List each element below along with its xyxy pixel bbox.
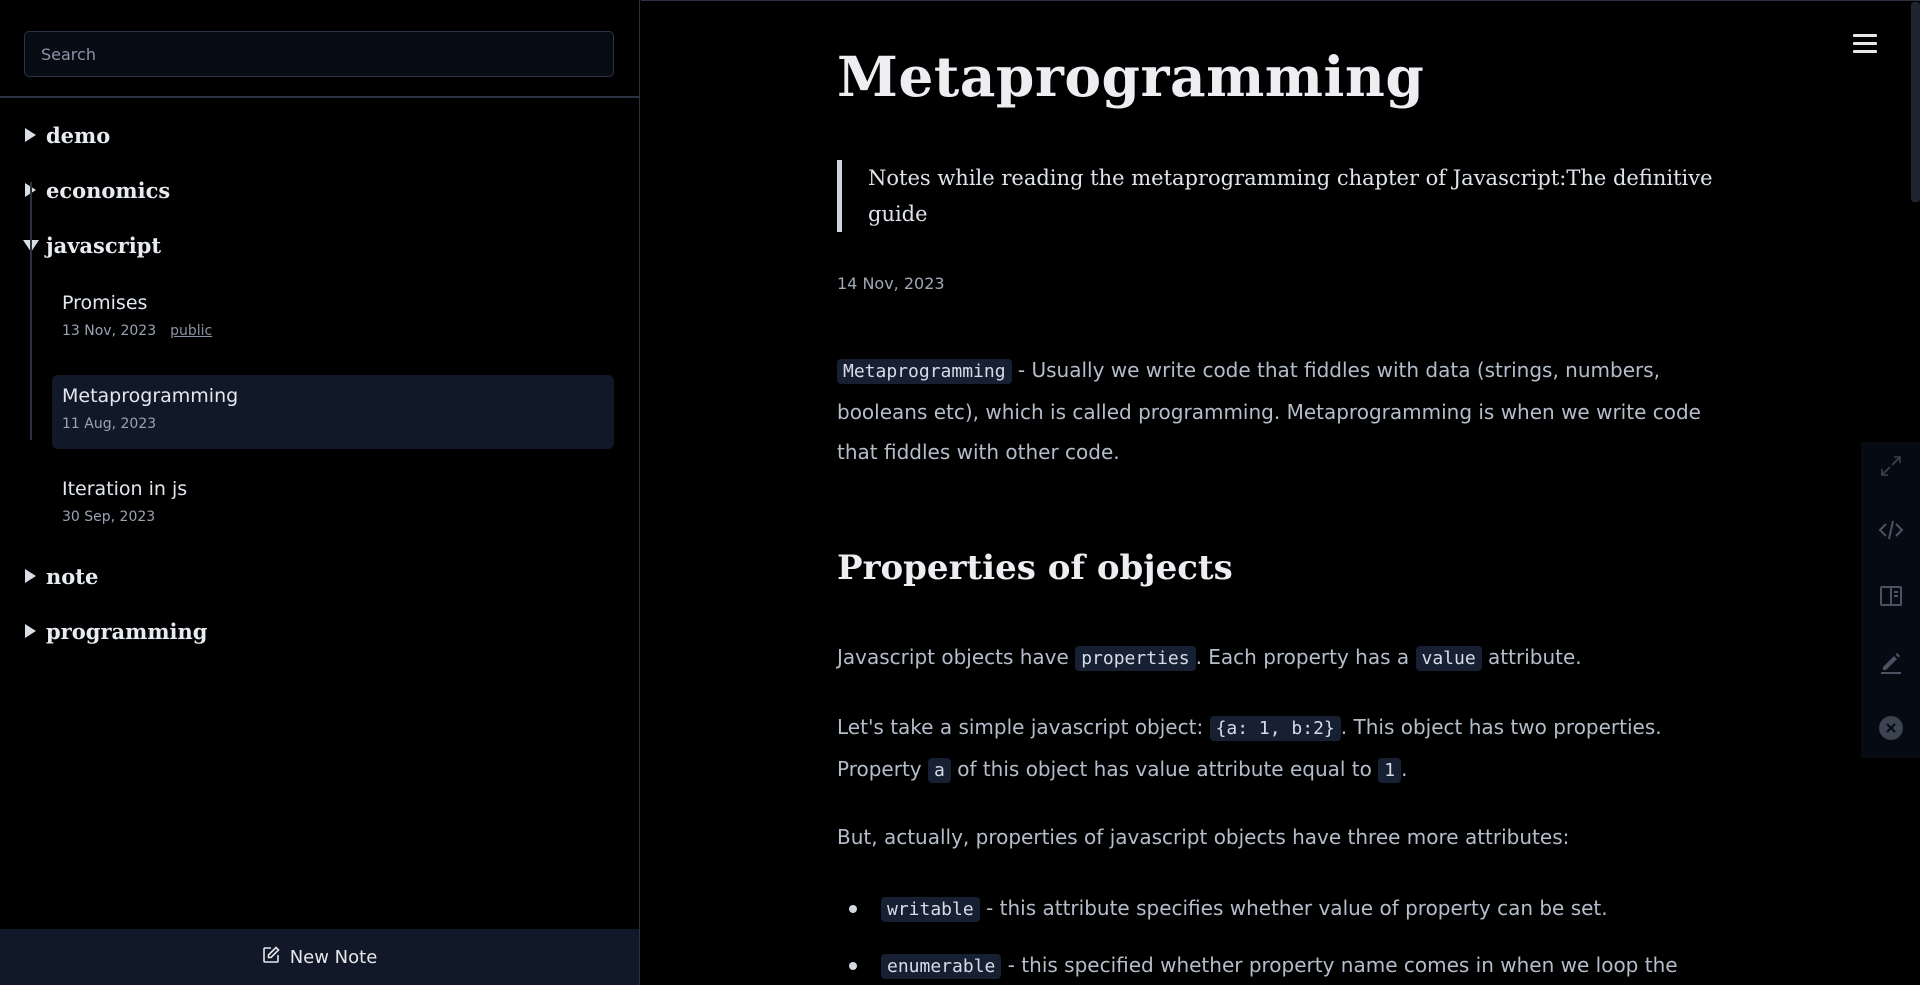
- note-title: Iteration in js: [62, 478, 188, 500]
- intro-paragraph: Metaprogramming - Usually we write code …: [837, 358, 1701, 464]
- expand-icon[interactable]: [1877, 452, 1905, 480]
- edit-icon[interactable]: [1877, 648, 1905, 676]
- new-note-button[interactable]: New Note: [0, 929, 639, 985]
- note-date: 11 Aug, 2023: [62, 416, 157, 432]
- chevron-right-icon: [22, 621, 42, 641]
- sidebar: demo economics javascript Promises 13 No…: [0, 0, 640, 985]
- folder-label: programming: [46, 618, 208, 644]
- chevron-right-icon: [22, 180, 42, 200]
- note-viewer: Metaprogramming Notes while reading the …: [641, 0, 1920, 985]
- inline-code: a: [928, 758, 951, 783]
- note-meta: 11 Aug, 2023: [62, 416, 604, 432]
- note-title: Promises: [62, 292, 148, 314]
- close-icon[interactable]: [1877, 714, 1905, 742]
- note-date: 14 Nov, 2023: [837, 274, 945, 293]
- note-item-metaprogramming[interactable]: Metaprogramming 11 Aug, 2023: [52, 375, 614, 449]
- menu-icon[interactable]: [1853, 34, 1877, 54]
- folder-label: note: [46, 563, 99, 589]
- folder-economics[interactable]: economics: [22, 173, 170, 207]
- attribute-list: writable - this attribute specifies whet…: [837, 888, 1717, 985]
- paragraph-example-object: Let's take a simple javascript object: {…: [837, 715, 1662, 783]
- note-item-iteration-in-js[interactable]: Iteration in js 30 Sep, 2023: [52, 468, 614, 535]
- search-bar: [0, 0, 639, 98]
- code-icon[interactable]: [1877, 516, 1905, 544]
- note-tag[interactable]: public: [170, 323, 212, 339]
- note-item-promises[interactable]: Promises 13 Nov, 2023 public: [52, 282, 614, 349]
- split-view-icon[interactable]: [1877, 582, 1905, 610]
- paragraph-three-attributes: But, actually, properties of javascript …: [837, 825, 1570, 849]
- chevron-right-icon: [22, 566, 42, 586]
- folder-demo[interactable]: demo: [22, 118, 110, 152]
- note-meta: 13 Nov, 2023 public: [62, 323, 604, 339]
- subtree-guide-line: [30, 182, 32, 440]
- chevron-right-icon: [22, 125, 42, 145]
- new-note-label: New Note: [289, 946, 378, 968]
- scrollbar[interactable]: [1911, 2, 1920, 202]
- edit-note-icon: [262, 945, 280, 969]
- note-date: 13 Nov, 2023: [62, 323, 157, 339]
- inline-code: 1: [1378, 758, 1402, 783]
- chevron-down-icon: [22, 235, 42, 255]
- inline-code: writable: [881, 897, 980, 922]
- folder-label: demo: [46, 122, 111, 148]
- inline-code: enumerable: [881, 954, 1002, 979]
- note-description-quote: Notes while reading the metaprogramming …: [837, 160, 1717, 232]
- note-meta: 30 Sep, 2023: [62, 509, 604, 525]
- top-divider: [641, 0, 1920, 1]
- section-heading: Properties of objects: [837, 548, 1233, 588]
- note-title: Metaprogramming: [62, 385, 239, 407]
- search-input[interactable]: [24, 31, 614, 77]
- folder-javascript[interactable]: javascript: [22, 228, 161, 262]
- inline-code: properties: [1075, 646, 1196, 671]
- inline-code: Metaprogramming: [837, 359, 1012, 384]
- page-title: Metaprogramming: [837, 44, 1425, 109]
- folder-label: economics: [46, 177, 171, 203]
- note-tool-rail: [1861, 442, 1920, 758]
- list-item: writable - this attribute specifies whet…: [837, 888, 1717, 930]
- note-date: 30 Sep, 2023: [62, 509, 156, 525]
- folder-note[interactable]: note: [22, 559, 98, 593]
- inline-code: value: [1415, 646, 1482, 671]
- inline-code: {a: 1, b:2}: [1209, 716, 1341, 741]
- list-item: enumerable - this specified whether prop…: [837, 945, 1717, 985]
- folder-programming[interactable]: programming: [22, 614, 207, 648]
- folder-label: javascript: [46, 232, 162, 258]
- paragraph-properties: Javascript objects have properties. Each…: [837, 645, 1582, 671]
